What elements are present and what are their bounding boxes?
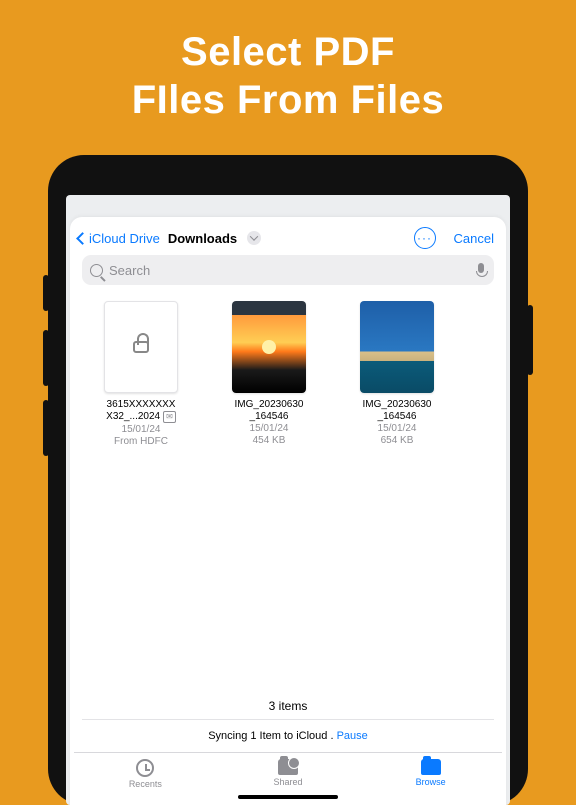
home-indicator — [238, 795, 338, 799]
file-name: IMG_20230630_164546 — [342, 399, 452, 422]
device-button — [527, 305, 533, 375]
file-meta: 454 KB — [214, 435, 324, 446]
file-meta: From HDFC — [86, 436, 196, 447]
tab-browse[interactable]: Browse — [359, 759, 502, 789]
file-meta: 654 KB — [342, 435, 452, 446]
promo-title: Select PDF FIles From Files — [0, 0, 576, 124]
mail-badge-icon: ✉ — [163, 411, 176, 423]
lock-icon — [133, 341, 149, 353]
more-button[interactable] — [414, 227, 436, 249]
device-screen: iCloud Drive Downloads Cancel — [66, 195, 510, 805]
device-frame: iCloud Drive Downloads Cancel — [48, 155, 528, 805]
search-field[interactable] — [82, 255, 494, 285]
promo-line1: Select PDF — [0, 28, 576, 76]
tab-shared[interactable]: Shared — [217, 759, 360, 789]
file-grid: 3615XXXXXXX X32_...2024✉ 15/01/24 From H… — [70, 295, 506, 447]
search-input[interactable] — [109, 263, 470, 278]
tab-recents[interactable]: Recents — [74, 759, 217, 789]
search-bar — [70, 255, 506, 295]
nav-bar: iCloud Drive Downloads Cancel — [70, 217, 506, 255]
tab-label: Browse — [416, 777, 446, 787]
mic-icon[interactable] — [476, 263, 486, 277]
file-item[interactable]: 3615XXXXXXX X32_...2024✉ 15/01/24 From H… — [86, 301, 196, 447]
file-date: 15/01/24 — [86, 424, 196, 435]
sheet-backdrop — [66, 195, 510, 217]
cancel-button[interactable]: Cancel — [454, 231, 494, 246]
files-sheet: iCloud Drive Downloads Cancel — [70, 217, 506, 805]
file-thumbnail — [360, 301, 434, 393]
search-icon — [90, 264, 103, 277]
item-count: 3 items — [70, 693, 506, 719]
file-date: 15/01/24 — [214, 423, 324, 434]
sync-text: Syncing 1 Item to iCloud . — [208, 730, 333, 742]
file-item[interactable]: IMG_20230630_164546 15/01/24 654 KB — [342, 301, 452, 447]
chevron-left-icon — [76, 232, 89, 245]
title-dropdown-button[interactable] — [247, 231, 261, 245]
file-item[interactable]: IMG_20230630_164546 15/01/24 454 KB — [214, 301, 324, 447]
back-label: iCloud Drive — [89, 231, 160, 246]
device-button — [43, 275, 49, 311]
promo-line2: FIles From Files — [0, 76, 576, 124]
file-name: IMG_20230630_164546 — [214, 399, 324, 422]
device-button — [43, 400, 49, 456]
tab-label: Recents — [129, 779, 162, 789]
tab-label: Shared — [273, 777, 302, 787]
file-thumbnail — [232, 301, 306, 393]
sync-status: Syncing 1 Item to iCloud . Pause — [70, 720, 506, 752]
shared-folder-icon — [278, 759, 298, 775]
clock-icon — [136, 759, 154, 777]
device-button — [43, 330, 49, 386]
tab-bar: Recents Shared Browse — [74, 752, 502, 791]
file-thumbnail — [104, 301, 178, 393]
file-date: 15/01/24 — [342, 423, 452, 434]
file-name: 3615XXXXXXX X32_...2024✉ — [86, 399, 196, 423]
pause-button[interactable]: Pause — [337, 730, 368, 742]
nav-title: Downloads — [168, 231, 237, 246]
folder-icon — [421, 759, 441, 775]
back-button[interactable]: iCloud Drive — [78, 231, 160, 246]
